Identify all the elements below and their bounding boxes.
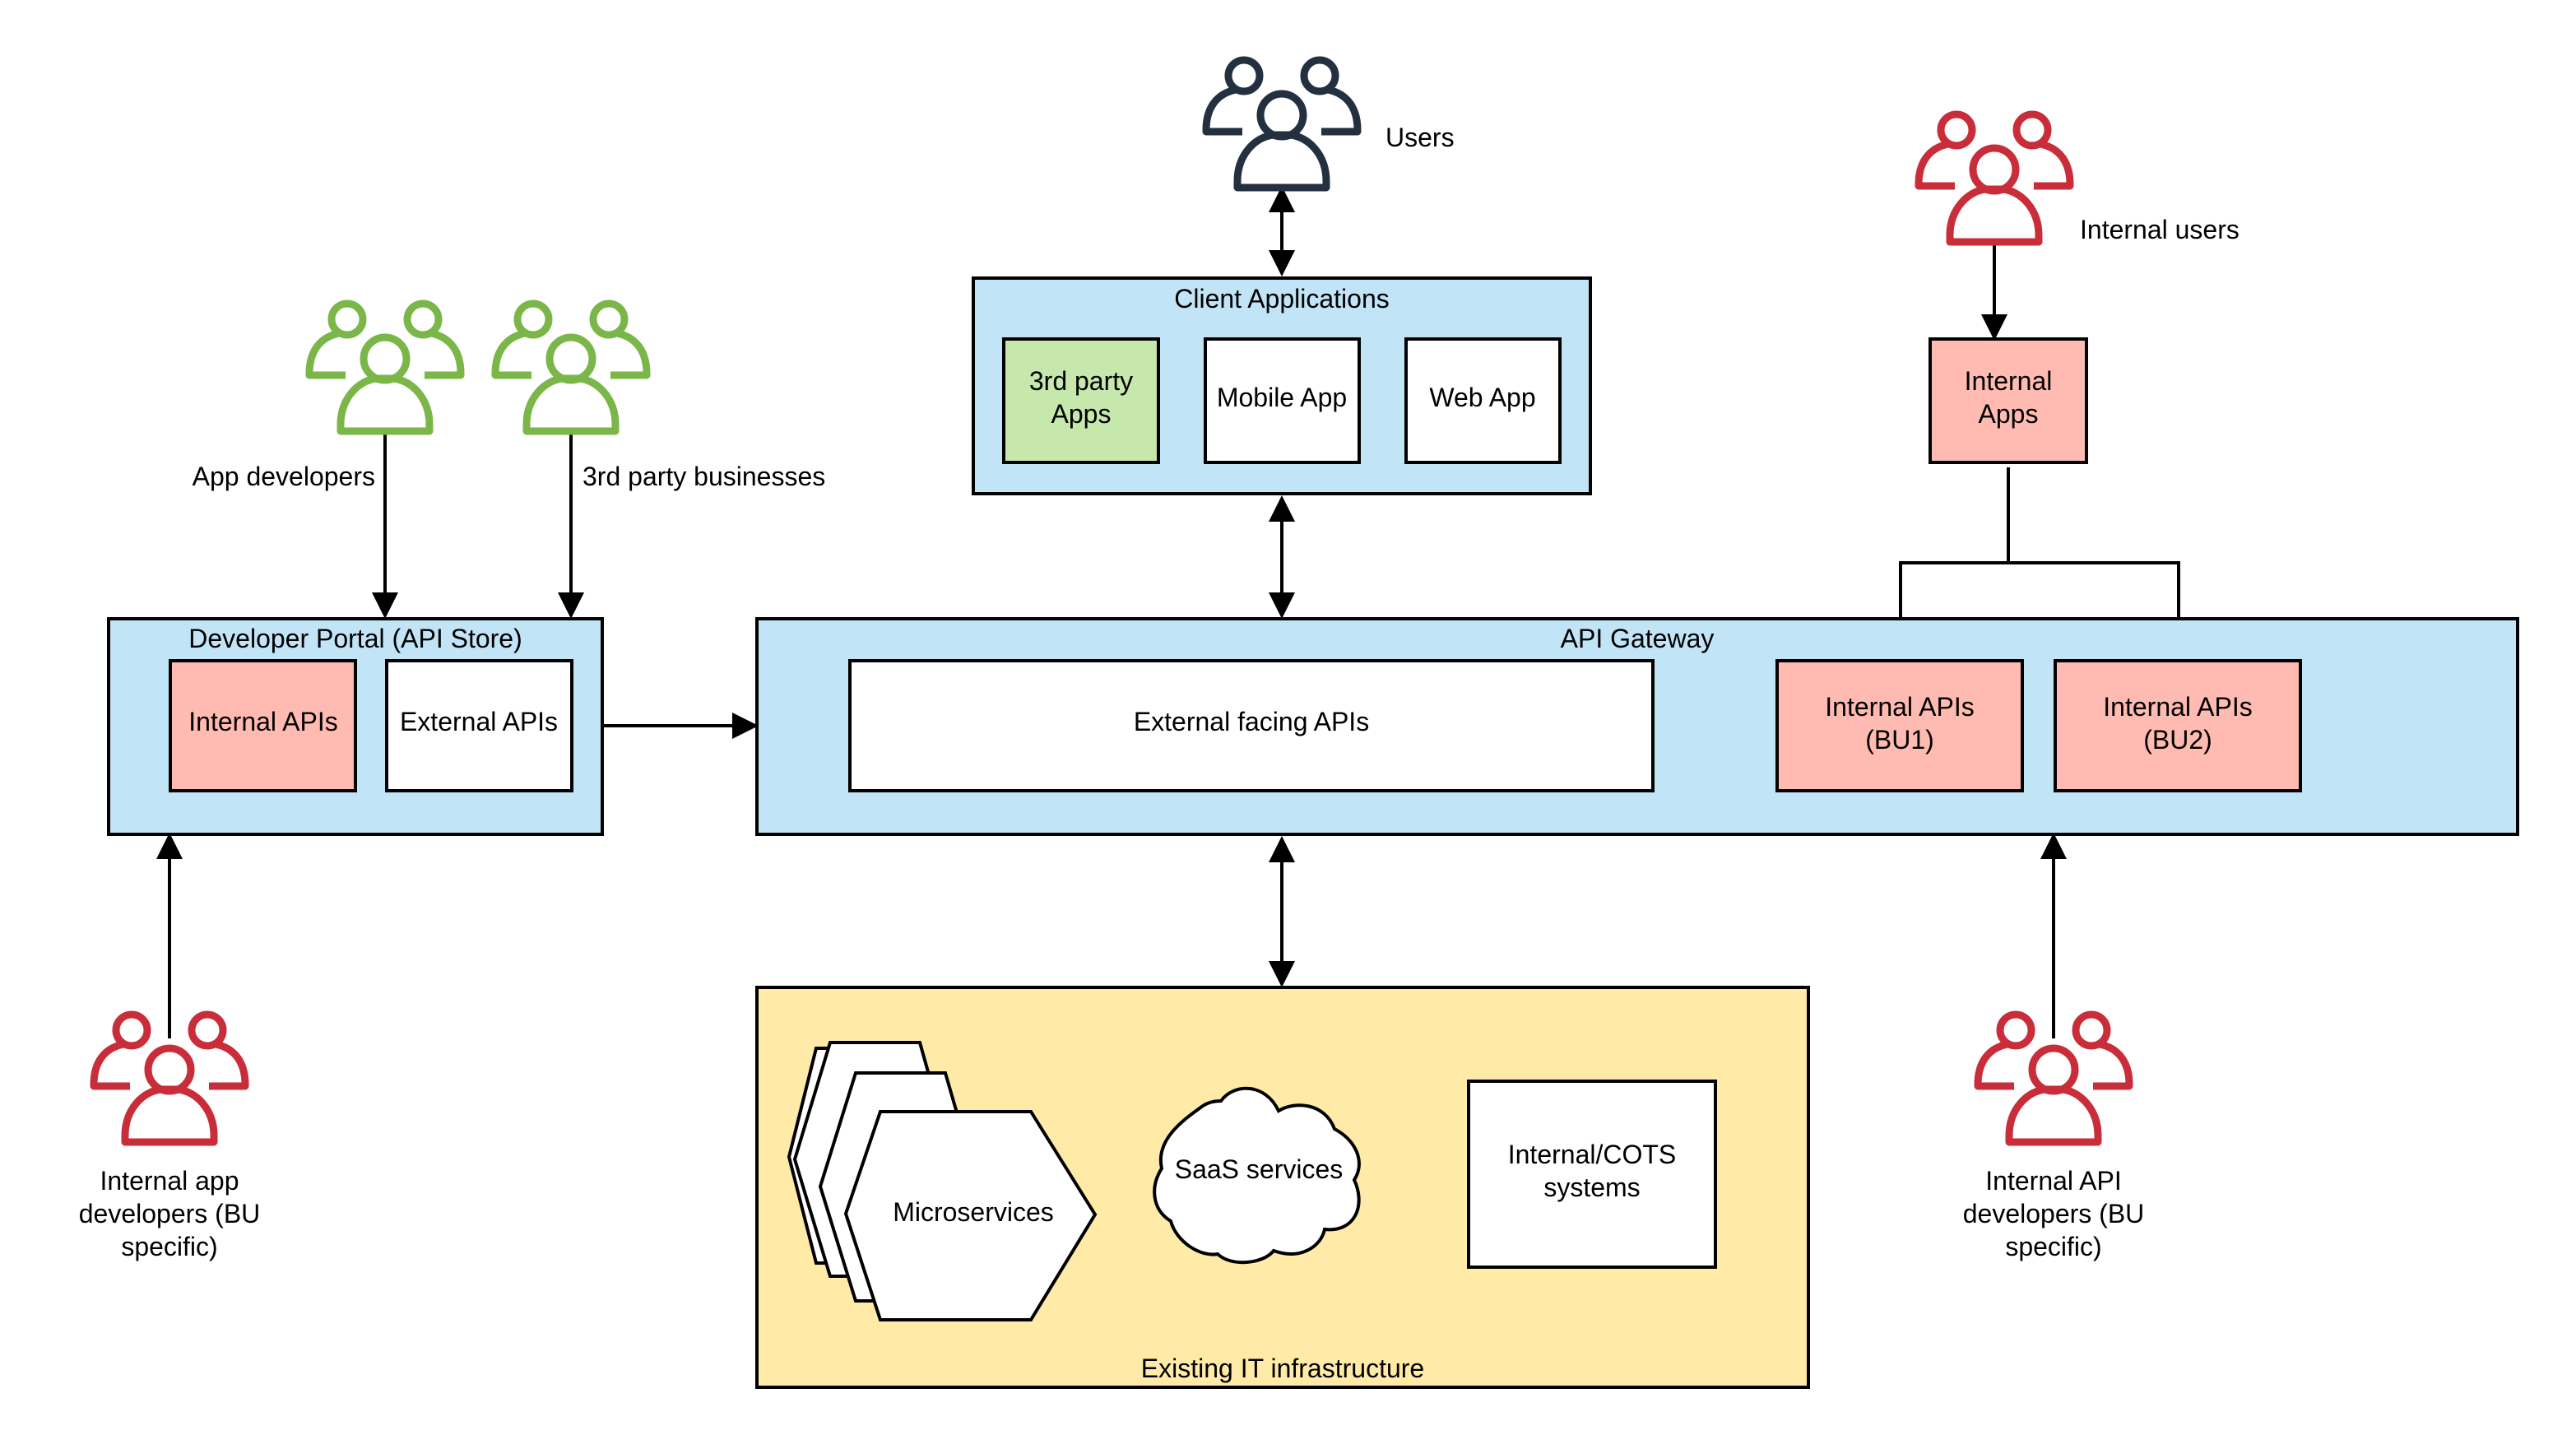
- actor-users-label: Users: [1385, 123, 1455, 152]
- actor-label-line: developers (BU: [79, 1199, 261, 1228]
- api-gateway-title: API Gateway: [1561, 624, 1715, 653]
- gateway-external-label: External facing APIs: [1134, 707, 1369, 736]
- actor-internal-users: Internal users: [1919, 114, 2239, 244]
- actor-app-developers: App developers: [193, 304, 461, 491]
- actor-third-party-businesses-label: 3rd party businesses: [583, 462, 825, 491]
- client-app-label: 3rd party: [1029, 366, 1133, 396]
- client-app-third-party[interactable]: 3rd party Apps: [1002, 337, 1160, 464]
- actor-label-line: specific): [2005, 1232, 2101, 1261]
- infrastructure-container: Microservices SaaS services Internal/COT…: [755, 986, 1810, 1389]
- actor-internal-api-developers: Internal API developers (BU specific): [1963, 1015, 2145, 1261]
- actor-internal-app-developers: Internal app developers (BU specific): [79, 1015, 261, 1261]
- client-app-web[interactable]: Web App: [1404, 337, 1562, 464]
- gateway-internal-label: Internal APIs: [2103, 692, 2252, 722]
- gateway-internal-apis-bu1[interactable]: Internal APIs (BU1): [1775, 659, 2024, 792]
- developer-portal-title: Developer Portal (API Store): [188, 624, 522, 653]
- gateway-internal-label: (BU2): [2143, 725, 2212, 755]
- saas-services-label: SaaS services: [1175, 1154, 1344, 1184]
- developer-portal-container: Developer Portal (API Store) Internal AP…: [107, 617, 604, 836]
- client-app-label: Apps: [1051, 399, 1112, 429]
- gateway-internal-apis-bu2[interactable]: Internal APIs (BU2): [2054, 659, 2302, 792]
- internal-apps-label: Apps: [1979, 399, 2039, 429]
- gateway-internal-label: Internal APIs: [1825, 692, 1974, 722]
- api-gateway-container: API Gateway External facing APIs Interna…: [755, 617, 2519, 836]
- client-app-label: Web App: [1429, 383, 1535, 412]
- gateway-external-apis[interactable]: External facing APIs: [848, 659, 1655, 792]
- cots-label: Internal/COTS: [1508, 1140, 1677, 1169]
- actor-label-line: Internal API: [1985, 1166, 2121, 1196]
- actor-third-party-businesses: 3rd party businesses: [495, 304, 825, 491]
- client-applications-container: Client Applications 3rd party Apps Mobil…: [972, 276, 1592, 495]
- client-app-label: Mobile App: [1217, 383, 1347, 412]
- actor-label-line: developers (BU: [1963, 1199, 2145, 1228]
- infrastructure-title: Existing IT infrastructure: [1141, 1354, 1424, 1383]
- portal-external-apis[interactable]: External APIs: [385, 659, 573, 792]
- internal-apps-box[interactable]: Internal Apps: [1929, 337, 2088, 464]
- actor-users: Users: [1206, 60, 1455, 188]
- client-app-mobile[interactable]: Mobile App: [1204, 337, 1361, 464]
- users-group-icon: [309, 304, 461, 431]
- portal-item-label: External APIs: [400, 707, 558, 736]
- portal-internal-apis[interactable]: Internal APIs: [169, 659, 357, 792]
- client-applications-title: Client Applications: [1174, 284, 1389, 313]
- cots-label: systems: [1543, 1173, 1640, 1202]
- microservices-label: Microservices: [893, 1197, 1054, 1227]
- actor-internal-users-label: Internal users: [2080, 215, 2239, 244]
- actor-label-line: Internal app: [100, 1166, 239, 1196]
- actor-label-line: specific): [121, 1232, 217, 1261]
- portal-item-label: Internal APIs: [188, 707, 337, 736]
- internal-cots-systems[interactable]: Internal/COTS systems: [1467, 1080, 1717, 1269]
- api-architecture-diagram: Users Internal users App developers 3rd …: [79, 0, 2519, 1389]
- users-group-icon: [1919, 114, 2070, 242]
- gateway-internal-label: (BU1): [1865, 725, 1934, 755]
- actor-app-developers-label: App developers: [193, 462, 375, 491]
- internal-apps-label: Internal: [1965, 366, 2053, 396]
- users-group-icon: [495, 304, 647, 431]
- users-group-icon: [1206, 60, 1358, 188]
